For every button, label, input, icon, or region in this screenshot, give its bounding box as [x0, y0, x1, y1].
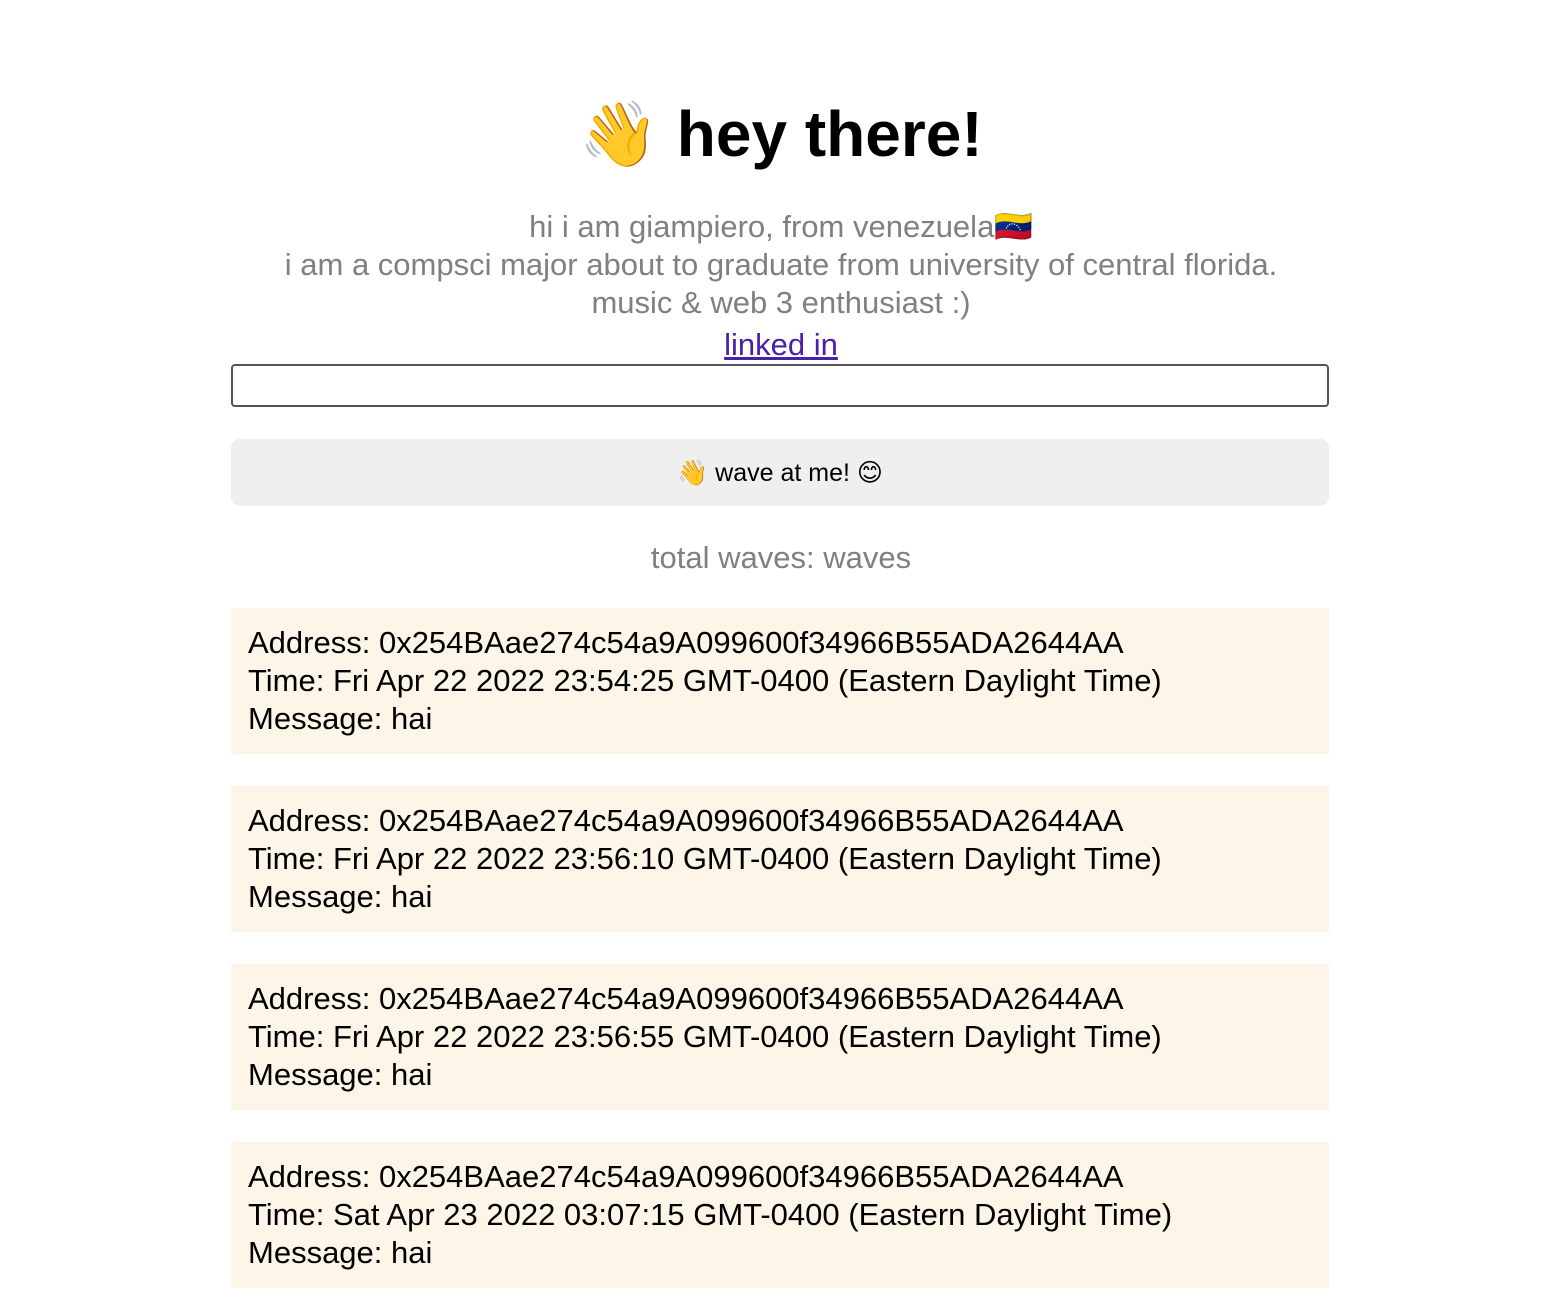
wave-message: Message: hai [248, 879, 433, 914]
wave-message: Message: hai [248, 701, 433, 736]
wave-button[interactable]: 👋 wave at me! 😊 [231, 439, 1329, 506]
bio-line-education: i am a compsci major about to graduate f… [284, 247, 1278, 282]
bio-line-interests: music & web 3 enthusiast :) [591, 285, 971, 320]
bio-line-intro: hi i am giampiero, from venezuela🇻🇪 [529, 209, 1033, 244]
wave-time: Time: Sat Apr 23 2022 03:07:15 GMT-0400 … [248, 1197, 1173, 1232]
wave-address: Address: 0x254BAae274c54a9A099600f34966B… [248, 803, 1124, 838]
message-input[interactable] [231, 364, 1329, 407]
wave-message: Message: hai [248, 1057, 433, 1092]
link-container: linked in [0, 326, 1562, 364]
page: 👋 hey there! hi i am giampiero, from ven… [0, 0, 1562, 1314]
wave-time: Time: Fri Apr 22 2022 23:54:25 GMT-0400 … [248, 663, 1162, 698]
page-header: 👋 hey there! [0, 92, 1562, 176]
wave-message: Message: hai [248, 1235, 433, 1270]
wave-time: Time: Fri Apr 22 2022 23:56:55 GMT-0400 … [248, 1019, 1162, 1054]
wave-card: Address: 0x254BAae274c54a9A099600f34966B… [231, 964, 1329, 1110]
page-title: hey there! [676, 98, 983, 170]
wave-address: Address: 0x254BAae274c54a9A099600f34966B… [248, 981, 1124, 1016]
wave-card: Address: 0x254BAae274c54a9A099600f34966B… [231, 786, 1329, 932]
linkedin-link[interactable]: linked in [724, 327, 838, 362]
wave-address: Address: 0x254BAae274c54a9A099600f34966B… [248, 625, 1124, 660]
waving-hand-icon: 👋 [579, 98, 660, 170]
total-waves-label: total waves: waves [650, 540, 912, 575]
wave-card: Address: 0x254BAae274c54a9A099600f34966B… [231, 608, 1329, 754]
wave-time: Time: Fri Apr 22 2022 23:56:10 GMT-0400 … [248, 841, 1162, 876]
wave-card: Address: 0x254BAae274c54a9A099600f34966B… [231, 1142, 1329, 1288]
bio: hi i am giampiero, from venezuela🇻🇪 i am… [0, 208, 1562, 322]
wave-address: Address: 0x254BAae274c54a9A099600f34966B… [248, 1159, 1124, 1194]
